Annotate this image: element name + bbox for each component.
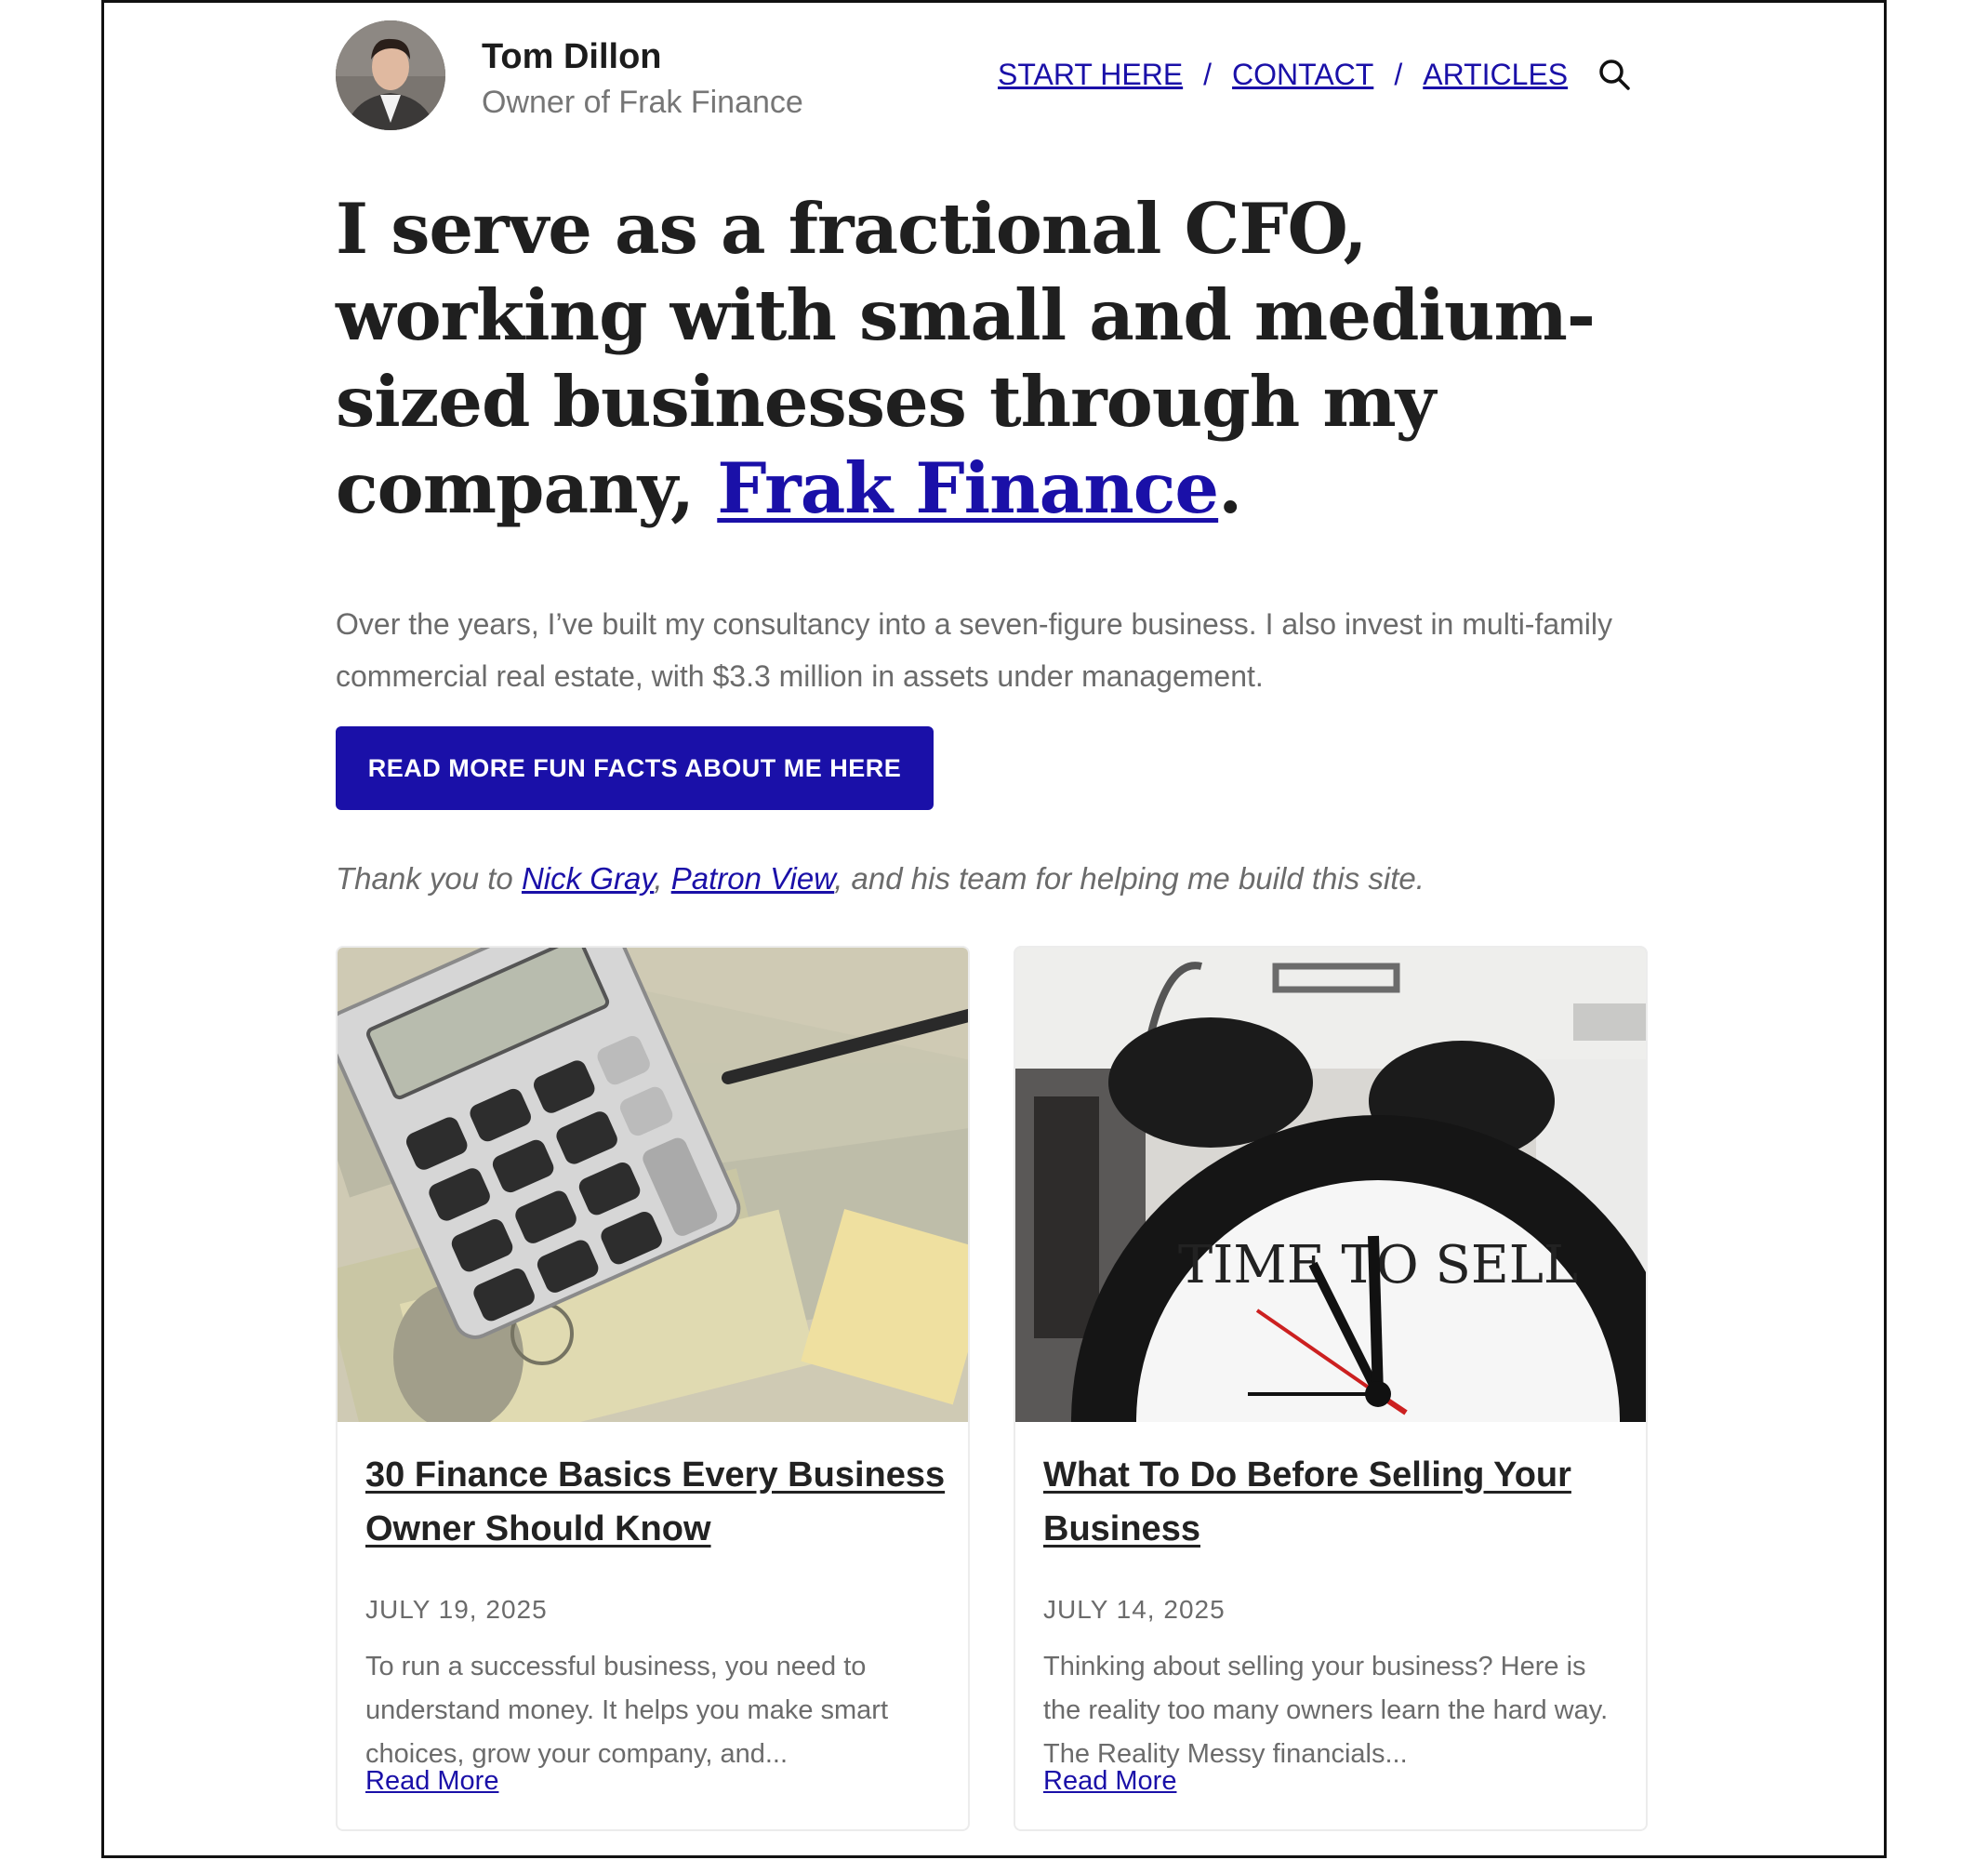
article-card: TIME TO SELL What To Do Before Selling Y… xyxy=(1014,946,1648,1831)
article-date: JULY 14, 2025 xyxy=(1043,1595,1226,1624)
nav-separator: / xyxy=(1203,58,1213,91)
frak-finance-link[interactable]: Frak Finance xyxy=(717,447,1219,529)
article-date: JULY 19, 2025 xyxy=(365,1595,548,1624)
article-excerpt: Thinking about selling your business? He… xyxy=(1043,1652,1609,1769)
hero-headline: I serve as a fractional CFO, working wit… xyxy=(336,186,1656,532)
thanks-text: Thank you to xyxy=(336,861,522,896)
nav-start-here[interactable]: START HERE xyxy=(998,58,1183,91)
headline-end: . xyxy=(1218,447,1242,529)
nick-gray-link[interactable]: Nick Gray xyxy=(522,861,654,896)
article-excerpt: To run a successful business, you need t… xyxy=(365,1652,889,1769)
author-avatar[interactable] xyxy=(336,20,445,130)
author-role: Owner of Frak Finance xyxy=(482,85,803,120)
nav-separator: / xyxy=(1394,58,1403,91)
article-title-link[interactable]: 30 Finance Basics Every Business Owner S… xyxy=(365,1448,947,1556)
thanks-comma: , xyxy=(654,861,671,896)
read-more-link[interactable]: Read More xyxy=(1043,1766,1176,1797)
thanks-note: Thank you to Nick Gray, Patron View, and… xyxy=(336,861,1656,897)
article-title-link[interactable]: What To Do Before Selling Your Business xyxy=(1043,1448,1624,1556)
read-more-link[interactable]: Read More xyxy=(365,1766,498,1797)
author-name: Tom Dillon xyxy=(482,37,662,76)
patron-view-link[interactable]: Patron View xyxy=(671,861,835,896)
article-image-alarm-clock[interactable]: TIME TO SELL xyxy=(1015,948,1646,1422)
search-icon[interactable] xyxy=(1597,58,1631,91)
article-image-calculator-money[interactable] xyxy=(338,948,968,1422)
thanks-text-end: , and his team for helping me build this… xyxy=(834,861,1425,896)
nav-contact[interactable]: CONTACT xyxy=(1232,58,1373,91)
intro-text: Over the years, I’ve built my consultanc… xyxy=(336,607,1613,693)
nav-articles[interactable]: ARTICLES xyxy=(1423,58,1568,91)
main-nav: START HERE / CONTACT / ARTICLES xyxy=(998,58,1568,92)
article-card: 30 Finance Basics Every Business Owner S… xyxy=(336,946,970,1831)
fun-facts-button[interactable]: READ MORE FUN FACTS ABOUT ME HERE xyxy=(336,726,934,810)
